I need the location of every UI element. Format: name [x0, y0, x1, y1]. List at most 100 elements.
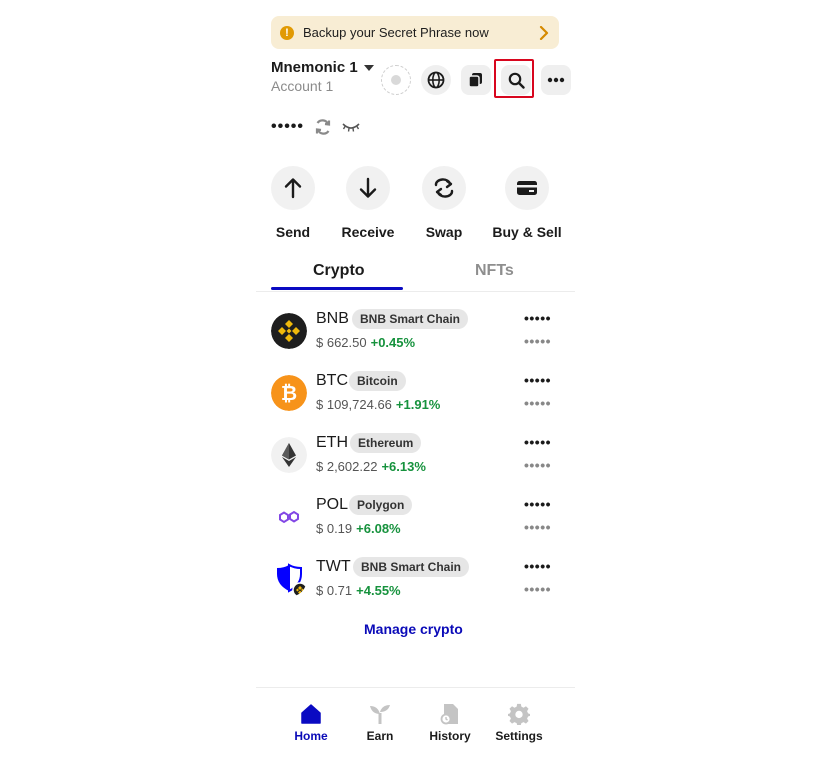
- tab-crypto[interactable]: Crypto: [313, 262, 365, 280]
- tab-nfts[interactable]: NFTs: [475, 262, 514, 280]
- nav-earn[interactable]: Earn: [350, 703, 410, 743]
- asset-chain-badge: Polygon: [349, 495, 413, 515]
- wallet-selector[interactable]: Mnemonic 1: [271, 59, 374, 76]
- asset-change: +0.45%: [370, 335, 416, 350]
- asset-price: $ 662.50: [316, 335, 367, 350]
- asset-price-line: $ 662.50 +0.45%: [316, 335, 415, 350]
- bitcoin-logo-icon: ₿: [271, 375, 307, 411]
- asset-value: •••••: [523, 395, 551, 411]
- asset-symbol: POL: [316, 496, 349, 513]
- receive-action[interactable]: Receive: [338, 166, 398, 240]
- asset-value: •••••: [523, 581, 551, 597]
- history-icon: [440, 704, 458, 725]
- asset-row-bnb[interactable]: BNB BNB Smart Chain $ 662.50 +0.45% •••••…: [271, 309, 551, 356]
- send-action[interactable]: Send: [263, 166, 323, 240]
- send-label: Send: [275, 224, 311, 240]
- asset-chain-badge: BNB Smart Chain: [353, 557, 470, 577]
- asset-value: •••••: [523, 333, 551, 349]
- more-options-button[interactable]: [541, 65, 571, 95]
- asset-row-eth[interactable]: ETH Ethereum $ 2,602.22 +6.13% ••••• ••••…: [271, 433, 551, 480]
- buy-sell-action[interactable]: Buy & Sell: [492, 166, 562, 240]
- asset-price: $ 0.71: [316, 583, 353, 598]
- balance-row: •••••: [271, 118, 360, 136]
- asset-price: $ 109,724.66: [316, 397, 392, 412]
- asset-symbol: ETH: [316, 434, 348, 451]
- asset-balance: •••••: [523, 372, 551, 388]
- asset-value: •••••: [523, 457, 551, 473]
- nav-home[interactable]: Home: [281, 703, 341, 743]
- copy-address-button[interactable]: [461, 65, 491, 95]
- backup-banner[interactable]: ! Backup your Secret Phrase now: [271, 16, 559, 49]
- asset-chain-badge: Bitcoin: [349, 371, 406, 391]
- asset-price: $ 2,602.22: [316, 459, 378, 474]
- globe-icon: [427, 71, 445, 89]
- nav-earn-label: Earn: [366, 729, 394, 743]
- asset-row-twt[interactable]: TWT BNB Smart Chain $ 0.71 +4.55% ••••• •…: [271, 557, 551, 604]
- ethereum-logo-icon: [271, 437, 307, 473]
- eye-closed-icon[interactable]: [342, 120, 360, 134]
- asset-balance: •••••: [523, 434, 551, 450]
- nav-settings-label: Settings: [495, 729, 543, 743]
- copy-icon: [468, 73, 482, 88]
- chevron-right-icon: [539, 25, 549, 40]
- asset-price-line: $ 0.71 +4.55%: [316, 583, 401, 598]
- sprout-icon: [370, 705, 390, 724]
- asset-change: +1.91%: [395, 397, 441, 412]
- asset-change: +6.13%: [381, 459, 426, 474]
- asset-balance: •••••: [523, 496, 551, 512]
- buy-sell-label: Buy & Sell: [492, 224, 562, 240]
- asset-row-pol[interactable]: POL Polygon $ 0.19 +6.08% ••••• •••••: [271, 495, 551, 542]
- asset-chain-badge: BNB Smart Chain: [352, 309, 469, 329]
- swap-label: Swap: [425, 224, 463, 240]
- asset-symbol: BNB: [316, 310, 349, 327]
- swap-icon: [434, 178, 454, 198]
- svg-text:₿: ₿: [281, 381, 297, 405]
- nav-home-label: Home: [294, 729, 328, 743]
- warning-icon: !: [280, 25, 294, 40]
- refresh-icon[interactable]: [314, 118, 332, 136]
- nav-history[interactable]: History: [420, 703, 480, 743]
- arrow-down-icon: [359, 177, 377, 198]
- caret-down-icon: [363, 64, 374, 71]
- connection-status-button[interactable]: [381, 65, 411, 95]
- twt-logo-icon: [277, 563, 307, 597]
- send-button[interactable]: [271, 166, 315, 210]
- polygon-logo-icon: [271, 499, 307, 535]
- active-tab-indicator: [271, 287, 403, 290]
- swap-action[interactable]: Swap: [414, 166, 474, 240]
- asset-symbol: TWT: [316, 558, 351, 575]
- account-name: Account 1: [271, 78, 334, 94]
- nav-history-label: History: [429, 729, 471, 743]
- asset-change: +4.55%: [356, 583, 401, 598]
- asset-balance: •••••: [523, 310, 551, 326]
- asset-symbol: BTC: [316, 372, 348, 389]
- backup-banner-text: Backup your Secret Phrase now: [303, 25, 489, 40]
- bottom-nav-divider: [256, 687, 575, 688]
- manage-crypto-link[interactable]: Manage crypto: [364, 621, 463, 637]
- tabs-divider: [256, 291, 575, 292]
- asset-price-line: $ 2,602.22 +6.13%: [316, 459, 426, 474]
- bnb-logo-icon: [271, 313, 307, 349]
- status-dot-icon: [391, 75, 401, 85]
- asset-chain-badge: Ethereum: [350, 433, 422, 453]
- asset-price-line: $ 109,724.66 +1.91%: [316, 397, 440, 412]
- search-highlight-box: [494, 59, 534, 98]
- swap-button[interactable]: [422, 166, 466, 210]
- arrow-up-icon: [284, 178, 302, 199]
- receive-button[interactable]: [346, 166, 390, 210]
- wallet-name: Mnemonic 1: [271, 59, 358, 76]
- network-button[interactable]: [421, 65, 451, 95]
- gear-icon: [508, 703, 530, 725]
- card-icon: [517, 181, 537, 195]
- hidden-balance: •••••: [271, 118, 305, 135]
- receive-label: Receive: [341, 224, 395, 240]
- asset-balance: •••••: [523, 558, 551, 574]
- asset-row-btc[interactable]: ₿ BTC Bitcoin $ 109,724.66 +1.91% ••••• •…: [271, 371, 551, 418]
- asset-price: $ 0.19: [316, 521, 353, 536]
- asset-change: +6.08%: [356, 521, 401, 536]
- nav-settings[interactable]: Settings: [489, 703, 549, 743]
- asset-price-line: $ 0.19 +6.08%: [316, 521, 401, 536]
- buy-sell-button[interactable]: [505, 166, 549, 210]
- more-icon: [547, 77, 565, 83]
- asset-value: •••••: [523, 519, 551, 535]
